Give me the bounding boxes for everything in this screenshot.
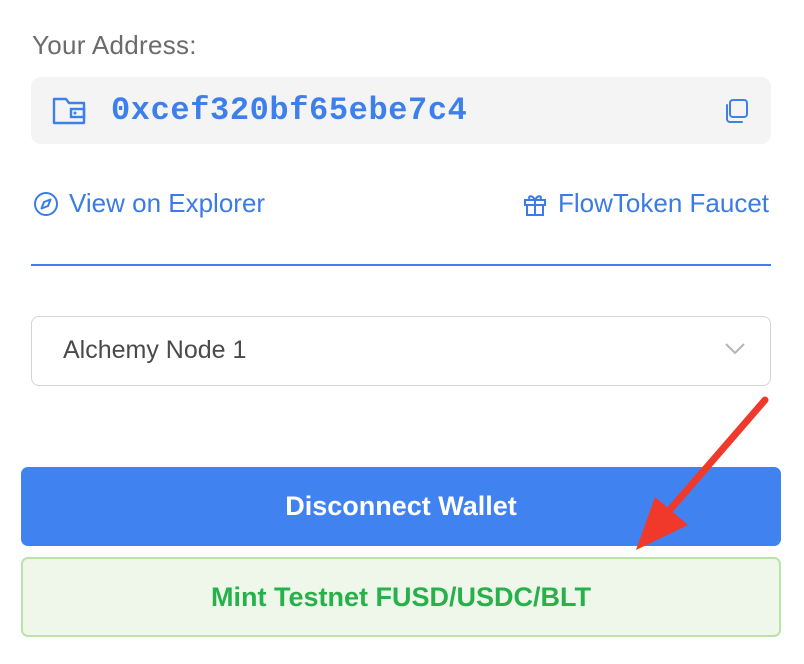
address-box: 0xcef320bf65ebe7c4 — [31, 77, 771, 144]
address-label: Your Address: — [32, 30, 197, 60]
node-select-value: Alchemy Node 1 — [63, 336, 247, 364]
gift-icon — [524, 194, 547, 216]
compass-icon — [34, 191, 58, 216]
chevron-down-icon — [725, 343, 745, 355]
flowtoken-faucet-link[interactable]: FlowToken Faucet — [522, 188, 769, 219]
wallet-address: 0xcef320bf65ebe7c4 — [111, 92, 468, 129]
view-on-explorer-link[interactable]: View on Explorer — [33, 188, 265, 219]
faucet-link-label: FlowToken Faucet — [558, 188, 769, 218]
copy-icon[interactable] — [723, 98, 749, 124]
wallet-icon — [52, 97, 86, 125]
mint-testnet-button[interactable]: Mint Testnet FUSD/USDC/BLT — [21, 557, 781, 637]
disconnect-wallet-button[interactable]: Disconnect Wallet — [21, 467, 781, 546]
explorer-link-label: View on Explorer — [69, 188, 266, 218]
node-select[interactable]: Alchemy Node 1 — [31, 316, 771, 386]
divider — [31, 264, 771, 266]
